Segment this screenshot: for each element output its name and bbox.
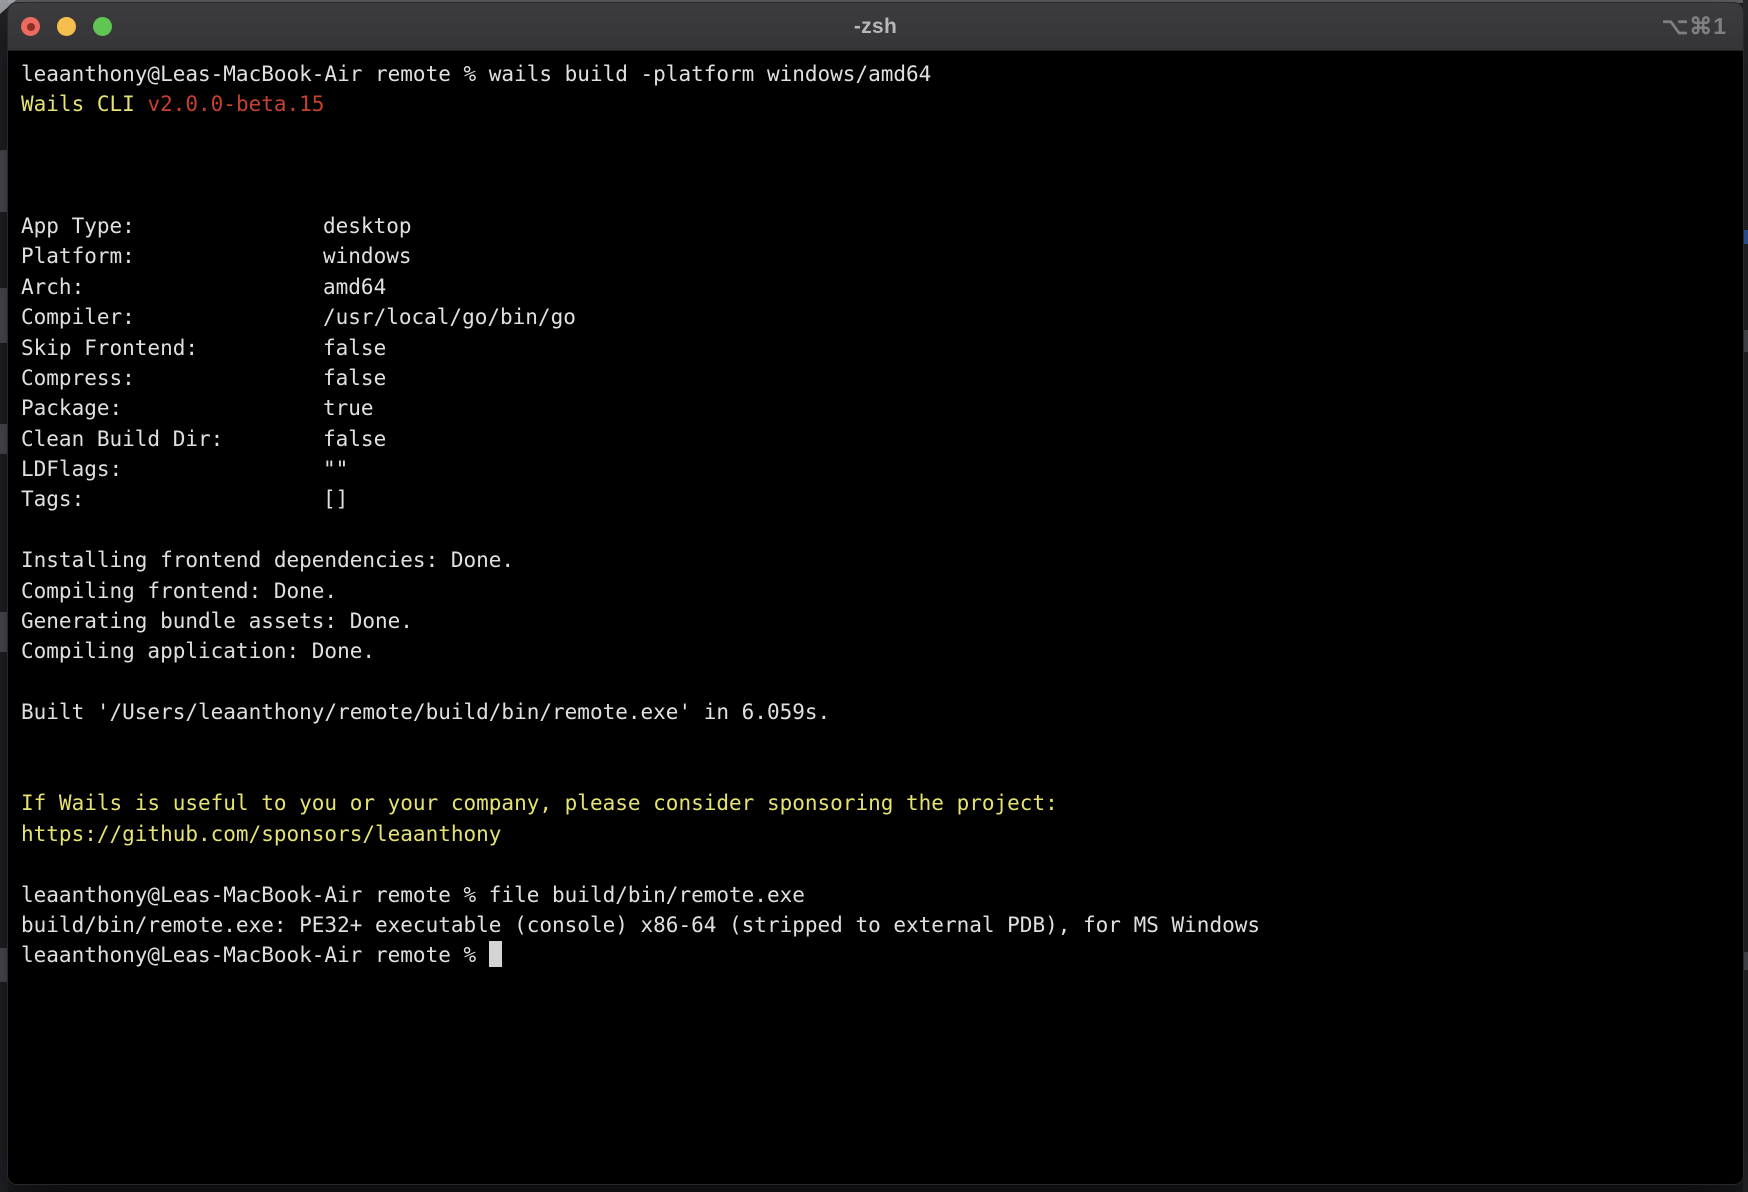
terminal-kv-label: Platform: bbox=[21, 241, 323, 271]
terminal-line: leaanthony@Leas-MacBook-Air remote % fil… bbox=[21, 880, 1743, 910]
terminal-line: https://github.com/sponsors/leaanthony bbox=[21, 819, 1743, 849]
terminal-line: Compress:false bbox=[21, 363, 1743, 393]
terminal-text-segment: leaanthony@Leas-MacBook-Air remote % fil… bbox=[21, 883, 805, 907]
terminal-line: LDFlags:"" bbox=[21, 454, 1743, 484]
terminal-line bbox=[21, 515, 1743, 545]
terminal-line bbox=[21, 758, 1743, 788]
background-window-fragment bbox=[0, 288, 7, 343]
terminal-line bbox=[21, 849, 1743, 879]
terminal-text-segment: v2.0.0-beta.15 bbox=[147, 92, 324, 116]
terminal-kv-value: "" bbox=[323, 457, 348, 481]
background-window-fragment bbox=[0, 424, 7, 454]
background-window-fragment bbox=[1744, 230, 1748, 244]
background-window-fragment bbox=[0, 150, 7, 212]
minimize-button[interactable] bbox=[57, 17, 76, 36]
titlebar[interactable]: -zsh ⌥⌘1 bbox=[8, 3, 1743, 51]
terminal-text-segment: https://github.com/sponsors/leaanthony bbox=[21, 822, 501, 846]
terminal-line: build/bin/remote.exe: PE32+ executable (… bbox=[21, 910, 1743, 940]
traffic-lights bbox=[21, 3, 112, 50]
background-window-fragment bbox=[0, 612, 7, 652]
terminal-kv-label: LDFlags: bbox=[21, 454, 323, 484]
terminal-kv-label: Clean Build Dir: bbox=[21, 424, 323, 454]
terminal-line bbox=[21, 150, 1743, 180]
terminal-window: -zsh ⌥⌘1 leaanthony@Leas-MacBook-Air rem… bbox=[7, 2, 1744, 1185]
terminal-kv-value: [] bbox=[323, 487, 348, 511]
terminal-cursor bbox=[489, 941, 502, 967]
desktop-background: -zsh ⌥⌘1 leaanthony@Leas-MacBook-Air rem… bbox=[0, 0, 1748, 1192]
terminal-line: Generating bundle assets: Done. bbox=[21, 606, 1743, 636]
terminal-text-segment: Compiling application: Done. bbox=[21, 639, 375, 663]
terminal-line: If Wails is useful to you or your compan… bbox=[21, 788, 1743, 818]
zoom-button[interactable] bbox=[93, 17, 112, 36]
terminal-kv-label: Arch: bbox=[21, 272, 323, 302]
background-window-fragment bbox=[1744, 330, 1748, 352]
terminal-text-segment: Generating bundle assets: Done. bbox=[21, 609, 413, 633]
terminal-text-segment: leaanthony@Leas-MacBook-Air remote % bbox=[21, 943, 489, 967]
terminal-line: Compiler:/usr/local/go/bin/go bbox=[21, 302, 1743, 332]
terminal-line bbox=[21, 728, 1743, 758]
background-window-fragment bbox=[1744, 952, 1748, 970]
terminal-kv-value: true bbox=[323, 396, 374, 420]
terminal-text-segment: leaanthony@Leas-MacBook-Air remote % wai… bbox=[21, 62, 931, 86]
terminal-kv-value: false bbox=[323, 427, 386, 451]
terminal-text-segment: build/bin/remote.exe: PE32+ executable (… bbox=[21, 913, 1260, 937]
close-modified-dot-icon bbox=[27, 23, 35, 31]
terminal-kv-value: /usr/local/go/bin/go bbox=[323, 305, 576, 329]
terminal-kv-label: Skip Frontend: bbox=[21, 333, 323, 363]
terminal-text-segment: If Wails is useful to you or your compan… bbox=[21, 791, 1058, 815]
terminal-screen[interactable]: leaanthony@Leas-MacBook-Air remote % wai… bbox=[8, 51, 1743, 1185]
terminal-line: Package:true bbox=[21, 393, 1743, 423]
terminal-kv-label: Package: bbox=[21, 393, 323, 423]
terminal-line: Platform:windows bbox=[21, 241, 1743, 271]
terminal-kv-value: false bbox=[323, 336, 386, 360]
terminal-text-segment: Installing frontend dependencies: Done. bbox=[21, 548, 514, 572]
terminal-kv-label: Compiler: bbox=[21, 302, 323, 332]
background-window-fragment bbox=[0, 948, 7, 982]
terminal-line: Compiling frontend: Done. bbox=[21, 576, 1743, 606]
close-button[interactable] bbox=[21, 17, 40, 36]
terminal-line: Compiling application: Done. bbox=[21, 636, 1743, 666]
terminal-line: leaanthony@Leas-MacBook-Air remote % bbox=[21, 940, 1743, 970]
terminal-line: leaanthony@Leas-MacBook-Air remote % wai… bbox=[21, 59, 1743, 89]
terminal-kv-label: App Type: bbox=[21, 211, 323, 241]
terminal-line: Installing frontend dependencies: Done. bbox=[21, 545, 1743, 575]
terminal-line: Tags:[] bbox=[21, 484, 1743, 514]
terminal-kv-value: desktop bbox=[323, 214, 412, 238]
terminal-kv-value: windows bbox=[323, 244, 412, 268]
terminal-line: App Type:desktop bbox=[21, 211, 1743, 241]
terminal-line bbox=[21, 120, 1743, 150]
terminal-text-segment: Wails CLI bbox=[21, 92, 147, 116]
terminal-line: Skip Frontend:false bbox=[21, 333, 1743, 363]
terminal-kv-value: amd64 bbox=[323, 275, 386, 299]
terminal-line: Built '/Users/leaanthony/remote/build/bi… bbox=[21, 697, 1743, 727]
window-shortcut-badge: ⌥⌘1 bbox=[1662, 3, 1727, 50]
terminal-kv-value: false bbox=[323, 366, 386, 390]
terminal-line bbox=[21, 181, 1743, 211]
terminal-line: Arch:amd64 bbox=[21, 272, 1743, 302]
terminal-text-segment: Built '/Users/leaanthony/remote/build/bi… bbox=[21, 700, 830, 724]
terminal-kv-label: Compress: bbox=[21, 363, 323, 393]
terminal-line: Clean Build Dir:false bbox=[21, 424, 1743, 454]
terminal-kv-label: Tags: bbox=[21, 484, 323, 514]
window-title: -zsh bbox=[8, 15, 1743, 39]
terminal-text-segment: Compiling frontend: Done. bbox=[21, 579, 337, 603]
terminal-line bbox=[21, 667, 1743, 697]
terminal-line: Wails CLI v2.0.0-beta.15 bbox=[21, 89, 1743, 119]
